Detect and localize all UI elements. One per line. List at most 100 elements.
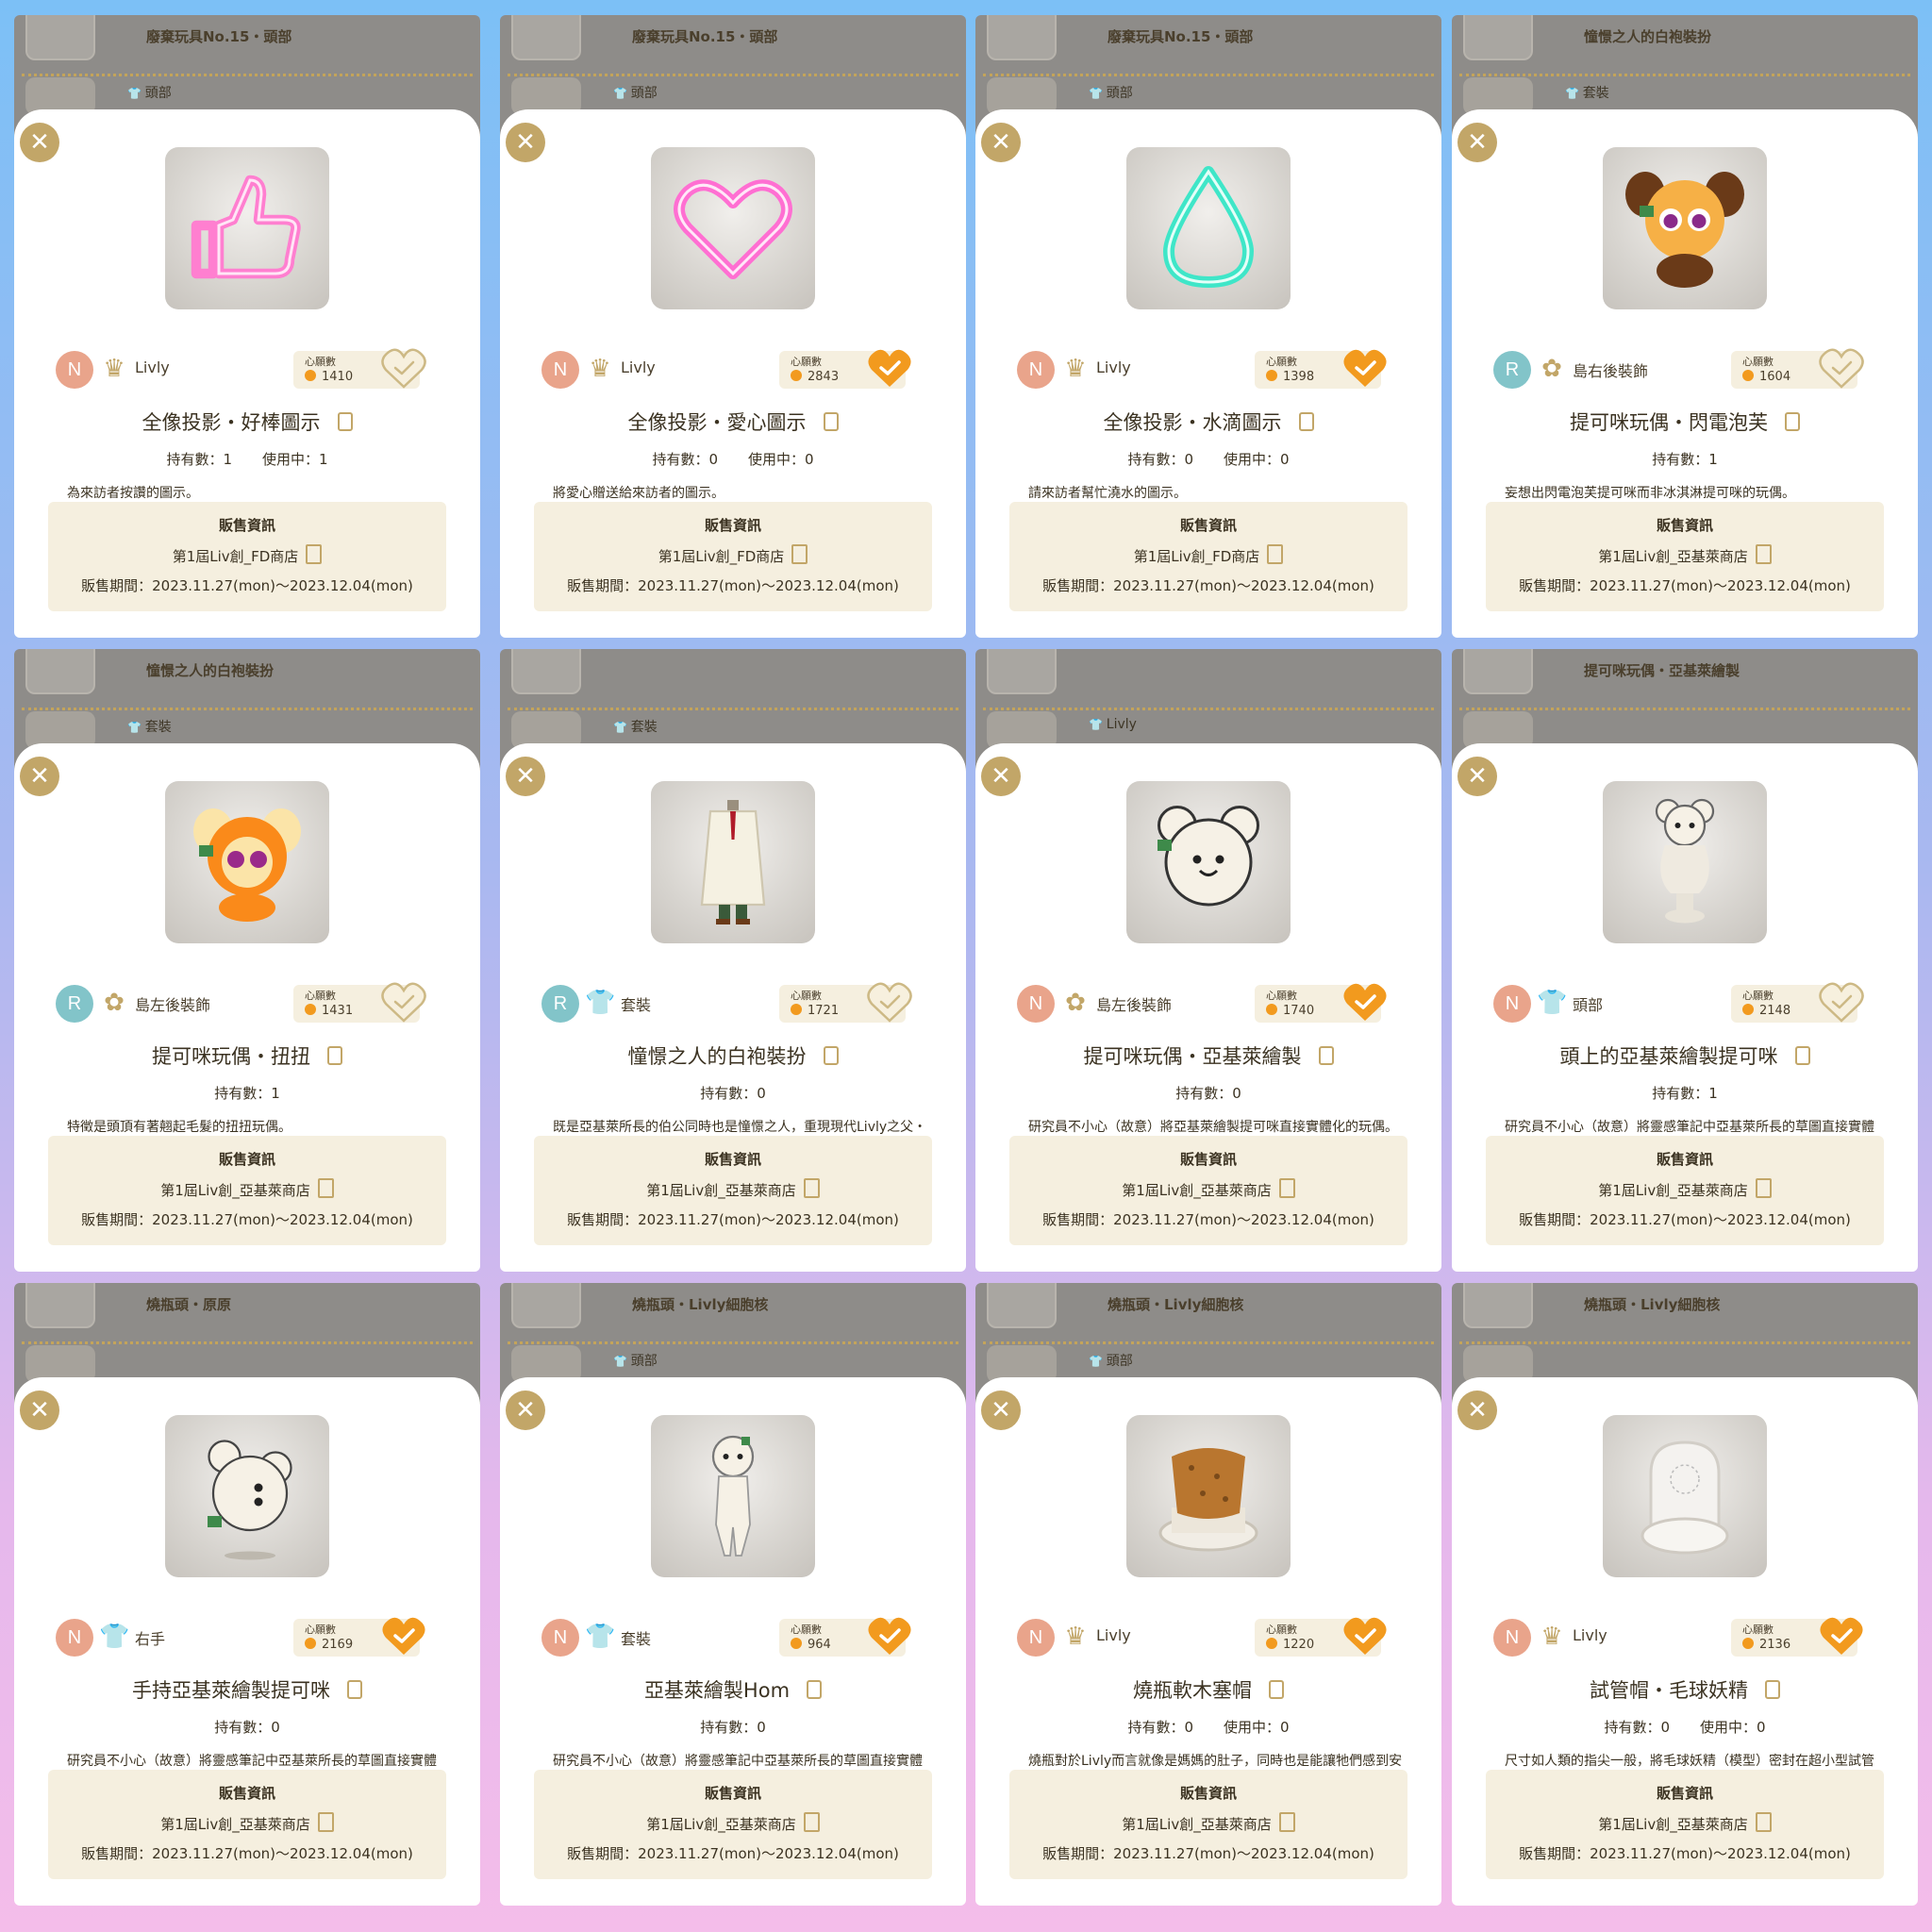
item-name-text: 提可咪玩偶・扭扭 <box>152 1045 310 1068</box>
close-button[interactable]: ✕ <box>981 1391 1021 1430</box>
close-button[interactable]: ✕ <box>20 123 59 162</box>
rank-badge: N <box>56 351 93 389</box>
item-meta-row: N ♛ Livly 心願數 2136 <box>1493 1617 1886 1660</box>
owned-count: 持有數：0 <box>214 1719 280 1736</box>
wish-label: 心願數 <box>305 1624 336 1636</box>
wish-heart-button[interactable] <box>866 981 913 1024</box>
document-icon[interactable] <box>823 1046 839 1065</box>
list-thumbnail[interactable] <box>987 15 1057 60</box>
document-icon[interactable] <box>1765 1680 1780 1699</box>
item-preview <box>651 147 815 309</box>
item-meta-row: N 👕 右手 心願數 2169 <box>56 1617 448 1660</box>
wish-heart-button[interactable] <box>1818 1615 1865 1658</box>
list-thumbnail[interactable] <box>25 15 95 60</box>
close-button[interactable]: ✕ <box>20 757 59 796</box>
shop-link[interactable]: 第1屆Liv創_亞基萊商店 <box>1009 1812 1407 1834</box>
document-icon[interactable] <box>337 412 353 431</box>
document-icon[interactable] <box>807 1680 823 1699</box>
item-meta-row: R ✿ 島右後裝飾 心願數 1604 <box>1493 347 1886 392</box>
wish-count-box: 心願數 2843 <box>779 349 911 389</box>
using-count: 使用中：1 <box>262 451 328 468</box>
wish-heart-button[interactable] <box>1341 347 1389 391</box>
list-thumbnail[interactable] <box>25 649 95 694</box>
crown-icon: ♛ <box>1064 1623 1087 1651</box>
document-icon[interactable] <box>823 412 839 431</box>
shop-link[interactable]: 第1屆Liv創_FD商店 <box>1009 544 1407 566</box>
shop-link[interactable]: 第1屆Liv創_FD商店 <box>534 544 932 566</box>
list-thumbnail[interactable] <box>511 649 581 694</box>
list-thumbnail[interactable] <box>1463 1283 1533 1328</box>
shop-link[interactable]: 第1屆Liv創_亞基萊商店 <box>48 1812 446 1834</box>
document-icon[interactable] <box>1269 1680 1284 1699</box>
wish-heart-button[interactable] <box>1341 981 1389 1024</box>
list-item-category: 頭部 <box>127 83 172 102</box>
shop-link[interactable]: 第1屆Liv創_亞基萊商店 <box>534 1812 932 1834</box>
document-icon[interactable] <box>1794 1046 1810 1065</box>
item-detail-panel: 廢棄玩具No.15・頭部 頭部 ✕ N ♛ Livly 心願數 1398 全像投… <box>975 15 1441 638</box>
shop-link[interactable]: 第1屆Liv創_亞基萊商店 <box>1486 1178 1884 1200</box>
document-icon[interactable] <box>1298 412 1314 431</box>
shop-link[interactable]: 第1屆Liv創_亞基萊商店 <box>1486 1812 1884 1834</box>
item-counts: 持有數：0 使用中：0 <box>975 1717 1441 1737</box>
sale-info-title: 販售資訊 <box>1656 1785 1713 1802</box>
shop-link[interactable]: 第1屆Liv創_亞基萊商店 <box>534 1178 932 1200</box>
rank-badge: N <box>541 351 579 389</box>
shop-link[interactable]: 第1屆Liv創_FD商店 <box>48 544 446 566</box>
wish-count: 964 <box>791 1638 831 1652</box>
sale-info-title: 販售資訊 <box>218 1151 275 1168</box>
item-detail-panel: 套裝 ✕ R 👕 套裝 心願數 1721 憧憬之人的白袍裝扮 持有數：0 既是 <box>500 649 966 1272</box>
shop-link[interactable]: 第1屆Liv創_亞基萊商店 <box>48 1178 446 1200</box>
document-icon[interactable] <box>347 1680 362 1699</box>
document-icon[interactable] <box>1785 412 1800 431</box>
wish-heart-button[interactable] <box>1818 981 1865 1024</box>
item-name: 頭上的亞基萊繪製提可咪 <box>1452 1041 1918 1070</box>
close-button[interactable]: ✕ <box>1457 757 1497 796</box>
document-icon[interactable] <box>1318 1046 1334 1065</box>
sale-info-title: 販售資訊 <box>1179 517 1237 534</box>
close-button[interactable]: ✕ <box>506 757 545 796</box>
shop-link[interactable]: 第1屆Liv創_亞基萊商店 <box>1009 1178 1407 1200</box>
close-button[interactable]: ✕ <box>981 757 1021 796</box>
divider <box>983 1341 1434 1344</box>
item-name-text: 全像投影・愛心圖示 <box>627 411 807 434</box>
item-preview <box>651 1415 815 1577</box>
list-thumbnail[interactable] <box>1463 15 1533 60</box>
wish-heart-button[interactable] <box>380 1615 427 1658</box>
list-item-title: 燒瓶頭・Livly細胞核 <box>1108 1296 1244 1313</box>
item-preview <box>1126 1415 1291 1577</box>
list-thumbnail[interactable] <box>1463 649 1533 694</box>
wish-heart-button[interactable] <box>380 347 427 391</box>
item-meta-row: R ✿ 島左後裝飾 心願數 1431 <box>56 981 448 1026</box>
list-thumbnail[interactable] <box>511 1283 581 1328</box>
list-item-title: 燒瓶頭・原原 <box>146 1296 232 1313</box>
wish-label: 心願數 <box>1266 1624 1297 1636</box>
item-description: 研究員不小心（故意）將亞基萊繪製提可咪直接實體化的玩偶。 <box>1028 1120 1398 1135</box>
plush-twist-icon <box>193 808 301 922</box>
close-button[interactable]: ✕ <box>981 123 1021 162</box>
list-thumbnail[interactable] <box>511 15 581 60</box>
wish-heart-button[interactable] <box>866 1615 913 1658</box>
wish-heart-button[interactable] <box>1818 347 1865 391</box>
close-button[interactable]: ✕ <box>1457 123 1497 162</box>
item-detail-panel: 燒瓶頭・原原 ✕ N 👕 右手 心願數 2169 手持亞基萊繪製提可咪 持有數：… <box>14 1283 480 1906</box>
owned-count: 持有數：0 <box>700 1085 766 1102</box>
thumb-icon <box>191 175 301 279</box>
wish-heart-button[interactable] <box>866 347 913 391</box>
list-item-category: Livly <box>1089 717 1137 732</box>
item-detail-panel: 廢棄玩具No.15・頭部 頭部 ✕ N ♛ Livly 心願數 2843 全像投… <box>500 15 966 638</box>
list-thumbnail[interactable] <box>25 1283 95 1328</box>
document-icon[interactable] <box>327 1046 342 1065</box>
item-counts: 持有數：0 <box>975 1083 1441 1103</box>
close-button[interactable]: ✕ <box>506 1391 545 1430</box>
list-thumbnail[interactable] <box>987 1283 1057 1328</box>
close-button[interactable]: ✕ <box>506 123 545 162</box>
item-card: ✕ N ♛ Livly 心願數 1398 全像投影・水滴圖示 持有數：0 使用中：… <box>975 109 1441 638</box>
list-thumbnail[interactable] <box>987 649 1057 694</box>
sale-period: 販售期間：2023.11.27(mon)〜2023.12.04(mon) <box>1042 577 1374 594</box>
shop-link[interactable]: 第1屆Liv創_亞基萊商店 <box>1486 544 1884 566</box>
rank-badge: R <box>541 985 579 1023</box>
wish-heart-button[interactable] <box>380 981 427 1024</box>
wish-heart-button[interactable] <box>1341 1615 1389 1658</box>
close-button[interactable]: ✕ <box>20 1391 59 1430</box>
close-button[interactable]: ✕ <box>1457 1391 1497 1430</box>
